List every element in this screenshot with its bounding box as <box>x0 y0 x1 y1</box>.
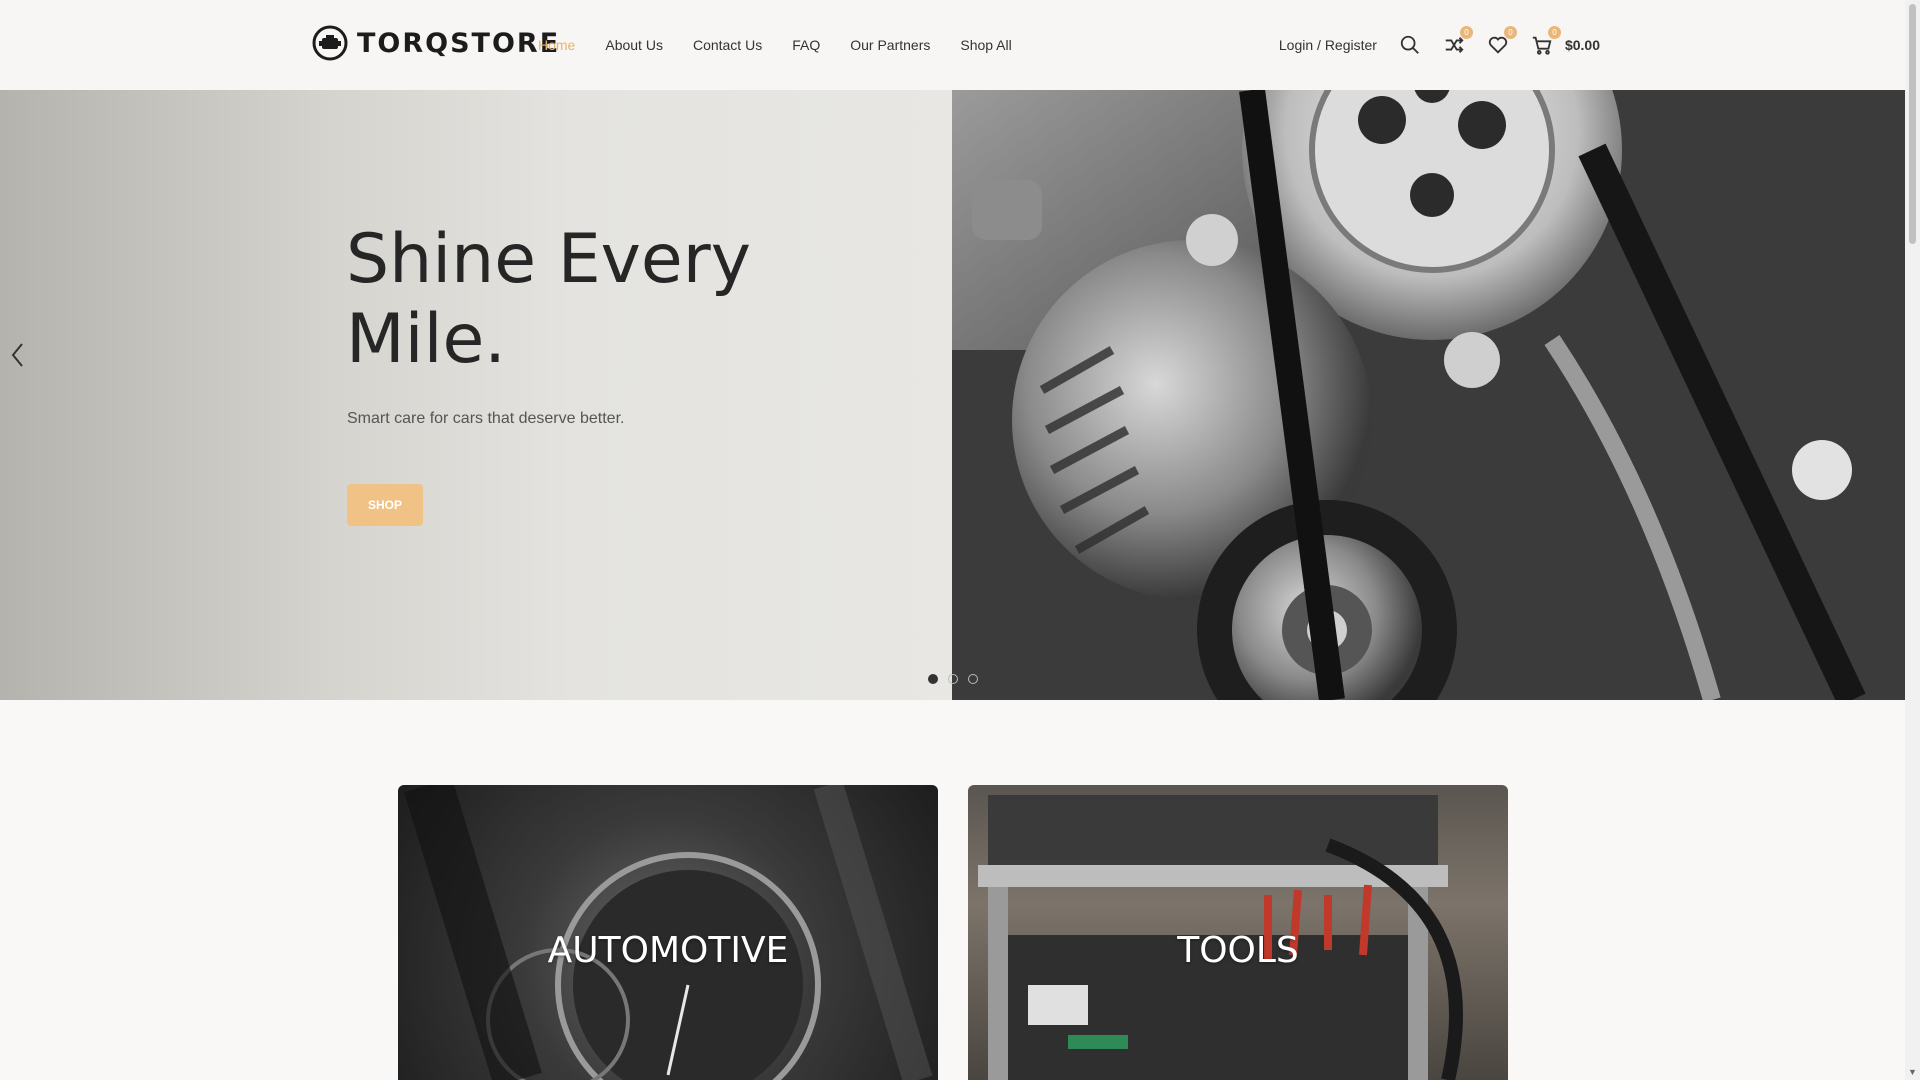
logo[interactable]: TORQSTORE <box>312 25 560 61</box>
shop-button[interactable]: SHOP <box>347 484 423 526</box>
slider-prev-button[interactable] <box>8 340 28 370</box>
compare-button[interactable]: 0 <box>1441 26 1473 58</box>
wishlist-button[interactable]: 0 <box>1485 26 1517 58</box>
header-actions: Login / Register 0 0 0 $0.00 <box>1279 0 1600 90</box>
category-label-tools: TOOLS <box>1177 930 1299 971</box>
hero-subtitle: Smart care for cars that deserve better. <box>347 410 625 427</box>
nav-about-us[interactable]: About Us <box>605 37 663 53</box>
page-scrollbar[interactable]: ▼ <box>1905 0 1920 1080</box>
main-nav: Home About Us Contact Us FAQ Our Partner… <box>538 0 1042 90</box>
wishlist-count-badge: 0 <box>1503 26 1517 39</box>
engine-logo-icon <box>312 25 348 61</box>
hero-background <box>0 90 952 700</box>
scroll-down-arrow-icon[interactable]: ▼ <box>1908 1067 1917 1077</box>
slider-dots <box>928 674 988 684</box>
search-icon <box>1400 35 1419 54</box>
chevron-left-icon <box>11 343 23 367</box>
compare-count-badge: 0 <box>1459 26 1473 39</box>
nav-home[interactable]: Home <box>538 37 575 53</box>
login-register-link[interactable]: Login / Register <box>1279 37 1377 53</box>
hero-title: Shine Every Mile. <box>346 220 751 379</box>
brand-name: TORQSTORE <box>357 27 561 59</box>
cart-total[interactable]: $0.00 <box>1565 37 1600 53</box>
slider-dot-2[interactable] <box>948 674 958 684</box>
category-card-automotive[interactable]: AUTOMOTIVE <box>398 785 938 1080</box>
cart-button[interactable]: 0 <box>1529 26 1561 58</box>
engine-illustration <box>952 90 1905 700</box>
slider-dot-1[interactable] <box>928 674 938 684</box>
site-header: TORQSTORE Home About Us Contact Us FAQ O… <box>0 0 1905 90</box>
hero-slider: Shine Every Mile. Smart care for cars th… <box>0 90 1905 700</box>
scrollbar-thumb[interactable] <box>1909 4 1916 244</box>
slider-dot-3[interactable] <box>968 674 978 684</box>
category-card-tools[interactable]: TOOLS <box>968 785 1508 1080</box>
nav-shop-all[interactable]: Shop All <box>960 37 1011 53</box>
nav-contact-us[interactable]: Contact Us <box>693 37 762 53</box>
category-label-automotive: AUTOMOTIVE <box>547 930 789 971</box>
nav-our-partners[interactable]: Our Partners <box>850 37 930 53</box>
cart-count-badge: 0 <box>1547 26 1561 39</box>
search-button[interactable] <box>1397 32 1423 58</box>
nav-faq[interactable]: FAQ <box>792 37 820 53</box>
engine-image <box>952 90 1905 700</box>
